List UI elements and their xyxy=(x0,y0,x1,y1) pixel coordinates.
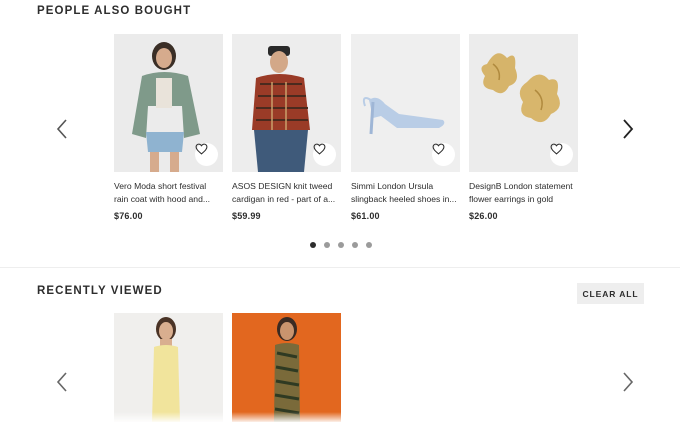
recently-viewed-next-button[interactable] xyxy=(618,369,638,395)
carousel-prev-button[interactable] xyxy=(53,116,73,142)
product-card[interactable]: Simmi London Ursula slingback heeled sho… xyxy=(351,34,460,221)
product-card[interactable]: DesignB London statement flower earrings… xyxy=(469,34,578,221)
recently-viewed-item[interactable] xyxy=(232,313,341,422)
carousel-dot[interactable] xyxy=(310,242,316,248)
model-in-patterned-dress-orange-background-image xyxy=(232,313,341,422)
save-for-later-button[interactable] xyxy=(550,143,573,166)
heart-icon xyxy=(432,143,445,155)
save-for-later-button[interactable] xyxy=(195,143,218,166)
product-name[interactable]: DesignB London statement flower earrings… xyxy=(469,180,575,206)
heart-icon xyxy=(195,143,208,155)
product-price: $76.00 xyxy=(114,211,143,221)
product-price: $59.99 xyxy=(232,211,261,221)
carousel-pagination xyxy=(310,242,372,248)
chevron-left-icon xyxy=(56,372,67,392)
recently-viewed-title: RECENTLY VIEWED xyxy=(37,285,163,297)
people-also-bought-title: PEOPLE ALSO BOUGHT xyxy=(37,5,192,17)
carousel-dot[interactable] xyxy=(324,242,330,248)
chevron-left-icon xyxy=(56,119,67,139)
carousel-next-button[interactable] xyxy=(618,116,638,142)
product-image[interactable] xyxy=(469,34,578,172)
chevron-right-icon xyxy=(623,119,634,139)
model-in-yellow-dress-image xyxy=(114,313,223,422)
product-image[interactable] xyxy=(351,34,460,172)
clear-all-button[interactable]: CLEAR ALL xyxy=(577,283,644,304)
product-name[interactable]: Vero Moda short festival rain coat with … xyxy=(114,180,220,206)
product-price: $26.00 xyxy=(469,211,498,221)
product-name[interactable]: ASOS DESIGN knit tweed cardigan in red -… xyxy=(232,180,338,206)
chevron-right-icon xyxy=(623,372,634,392)
heart-icon xyxy=(550,143,563,155)
product-price: $61.00 xyxy=(351,211,380,221)
product-image[interactable] xyxy=(114,34,223,172)
section-divider xyxy=(0,267,680,268)
save-for-later-button[interactable] xyxy=(313,143,336,166)
carousel-dot[interactable] xyxy=(366,242,372,248)
product-image[interactable] xyxy=(232,34,341,172)
heart-icon xyxy=(313,143,326,155)
recently-viewed-item[interactable] xyxy=(114,313,223,422)
recently-viewed-prev-button[interactable] xyxy=(53,369,73,395)
product-card[interactable]: Vero Moda short festival rain coat with … xyxy=(114,34,223,221)
carousel-dot[interactable] xyxy=(338,242,344,248)
product-card[interactable]: ASOS DESIGN knit tweed cardigan in red -… xyxy=(232,34,341,221)
save-for-later-button[interactable] xyxy=(432,143,455,166)
product-name[interactable]: Simmi London Ursula slingback heeled sho… xyxy=(351,180,457,206)
carousel-dot[interactable] xyxy=(352,242,358,248)
